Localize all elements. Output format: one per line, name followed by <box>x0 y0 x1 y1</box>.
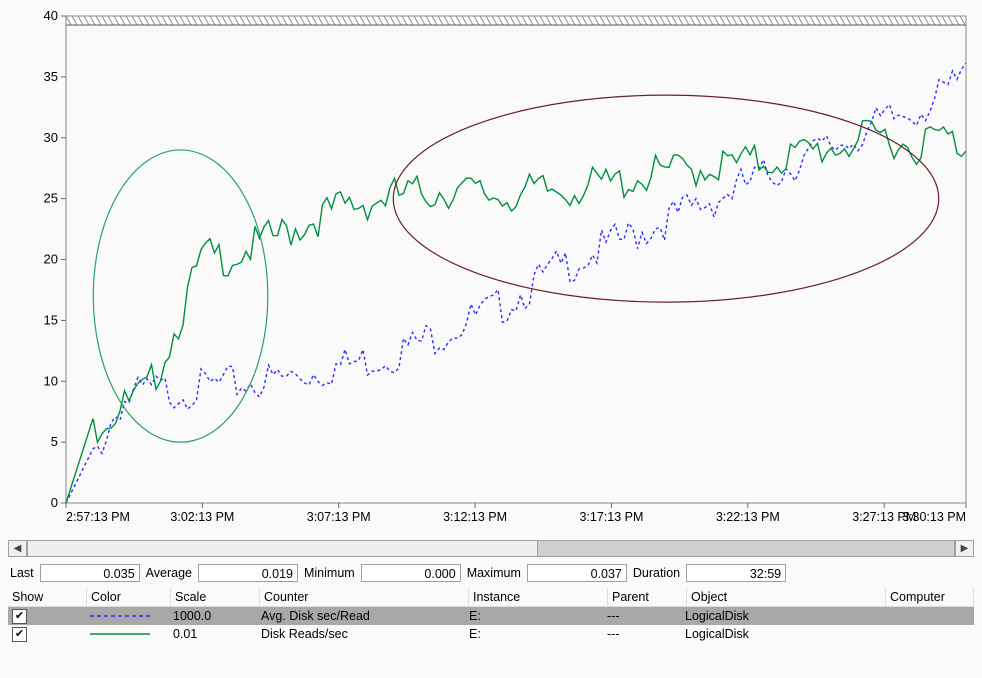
parent-cell: --- <box>603 625 681 643</box>
counter-table: Show Color Scale Counter Instance Parent… <box>8 588 974 643</box>
y-tick-label: 0 <box>51 495 58 510</box>
average-value: 0.019 <box>198 564 298 582</box>
y-tick-label: 15 <box>44 312 58 327</box>
col-show[interactable]: Show <box>8 588 87 606</box>
col-parent[interactable]: Parent <box>608 588 687 606</box>
col-scale[interactable]: Scale <box>171 588 260 606</box>
parent-cell: --- <box>603 607 681 625</box>
computer-cell <box>879 625 974 643</box>
annotation-ellipse <box>93 150 268 442</box>
table-row[interactable]: ✔ 0.01Disk Reads/secE:---LogicalDisk <box>8 625 974 643</box>
color-swatch <box>90 610 150 622</box>
scale-cell: 0.01 <box>169 625 257 643</box>
table-header: Show Color Scale Counter Instance Parent… <box>8 588 974 607</box>
instance-cell: E: <box>465 625 603 643</box>
object-cell: LogicalDisk <box>681 607 879 625</box>
minimum-value: 0.000 <box>361 564 461 582</box>
col-instance[interactable]: Instance <box>469 588 608 606</box>
minimum-label: Minimum <box>302 566 357 580</box>
scroll-track[interactable] <box>27 540 955 557</box>
y-tick-label: 40 <box>44 8 58 23</box>
last-label: Last <box>8 566 36 580</box>
x-tick-label: 3:22:13 PM <box>716 510 780 524</box>
y-tick-label: 5 <box>51 434 58 449</box>
object-cell: LogicalDisk <box>681 625 879 643</box>
color-swatch <box>90 628 150 640</box>
y-tick-label: 25 <box>44 191 58 206</box>
chart-area: 0 5 10 15 20 25 30 35 40 2:57:13 PM 3:02:13 PM 3:07… <box>8 8 974 538</box>
instance-cell: E: <box>465 607 603 625</box>
y-tick-label: 35 <box>44 69 58 84</box>
annotation-ellipse <box>393 95 938 302</box>
col-computer[interactable]: Computer <box>886 588 974 606</box>
duration-label: Duration <box>631 566 682 580</box>
show-cell: ✔ <box>8 625 86 643</box>
scroll-right-button[interactable]: ▶ <box>955 540 974 557</box>
scale-cell: 1000.0 <box>169 607 257 625</box>
x-tick-label: 3:12:13 PM <box>443 510 507 524</box>
last-value: 0.035 <box>40 564 140 582</box>
x-tick-label: 2:57:13 PM <box>66 510 130 524</box>
scroll-thumb-right[interactable] <box>538 541 954 556</box>
table-row[interactable]: ✔ 1000.0Avg. Disk sec/ReadE:---LogicalDis… <box>8 607 974 625</box>
scroll-left-button[interactable]: ◀ <box>8 540 27 557</box>
average-label: Average <box>144 566 194 580</box>
maximum-value: 0.037 <box>527 564 627 582</box>
y-tick-label: 30 <box>44 130 58 145</box>
show-checkbox[interactable]: ✔ <box>12 609 27 624</box>
x-tick-label: 3:17:13 PM <box>579 510 643 524</box>
series-1 <box>66 120 966 503</box>
color-cell <box>86 607 169 625</box>
x-tick-label: 3:30:13 PM <box>902 510 966 524</box>
show-checkbox[interactable]: ✔ <box>12 627 27 642</box>
line-chart: 0 5 10 15 20 25 30 35 40 2:57:13 PM 3:02:13 PM 3:07… <box>8 8 974 538</box>
col-color[interactable]: Color <box>87 588 171 606</box>
x-tick-label: 3:02:13 PM <box>170 510 234 524</box>
y-tick-label: 20 <box>44 252 58 267</box>
color-cell <box>86 625 169 643</box>
series-0 <box>66 63 966 503</box>
x-tick-label: 3:07:13 PM <box>307 510 371 524</box>
col-counter[interactable]: Counter <box>260 588 469 606</box>
counter-cell: Disk Reads/sec <box>257 625 465 643</box>
show-cell: ✔ <box>8 607 86 625</box>
maximum-label: Maximum <box>465 566 523 580</box>
counter-cell: Avg. Disk sec/Read <box>257 607 465 625</box>
y-tick-label: 10 <box>44 373 58 388</box>
time-scrollbar[interactable]: ◀ ▶ <box>8 540 974 557</box>
computer-cell <box>879 607 974 625</box>
stats-bar: Last 0.035 Average 0.019 Minimum 0.000 M… <box>8 562 974 584</box>
col-object[interactable]: Object <box>687 588 886 606</box>
duration-value: 32:59 <box>686 564 786 582</box>
scroll-thumb-left[interactable] <box>28 541 538 556</box>
